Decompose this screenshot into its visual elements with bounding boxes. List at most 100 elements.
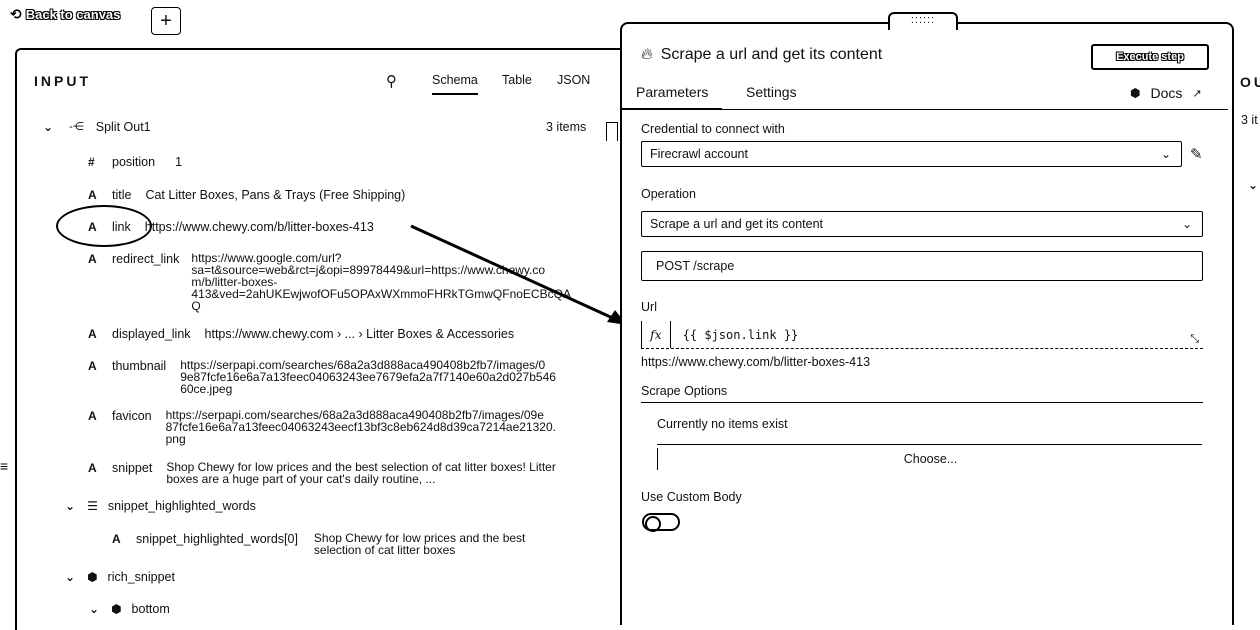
edit-icon[interactable]: ✎ bbox=[1190, 145, 1203, 163]
credential-select[interactable]: Firecrawl account ⌄ bbox=[641, 141, 1182, 167]
docs-link[interactable]: ⬢ Docs ↗ bbox=[1130, 85, 1202, 101]
split-icon: -⋲ bbox=[69, 121, 84, 133]
string-type-icon: A bbox=[88, 409, 97, 423]
cube-icon: ⬢ bbox=[87, 570, 98, 584]
string-type-icon: A bbox=[88, 188, 97, 202]
options-divider bbox=[657, 444, 1202, 445]
chevron-down-icon[interactable]: ⌄ bbox=[89, 602, 99, 616]
field-row-link[interactable]: A link https://www.chewy.com/b/litter-bo… bbox=[88, 220, 374, 234]
field-name: rich_snippet bbox=[107, 570, 175, 584]
field-name: displayed_link bbox=[112, 327, 191, 341]
scrape-options-label: Scrape Options bbox=[641, 384, 728, 398]
tab-parameters[interactable]: Parameters bbox=[622, 84, 723, 110]
field-row-snippet[interactable]: A snippet Shop Chewy for low prices and … bbox=[88, 461, 556, 485]
string-type-icon: A bbox=[88, 461, 97, 475]
string-type-icon: A bbox=[88, 252, 97, 266]
operation-label: Operation bbox=[641, 187, 696, 201]
node-name: Split Out1 bbox=[95, 120, 151, 134]
url-expression-field[interactable]: fx {{ $json.link }} ⤡ bbox=[641, 321, 1203, 349]
field-row-rich-snippet[interactable]: ⌄ ⬢ rich_snippet bbox=[65, 570, 175, 584]
url-label: Url bbox=[641, 300, 657, 314]
chevron-down-icon[interactable]: ⌄ bbox=[43, 120, 53, 134]
add-node-button[interactable]: + bbox=[151, 7, 181, 35]
field-name: favicon bbox=[112, 409, 152, 423]
annotation-arrow bbox=[410, 224, 627, 325]
field-name: title bbox=[112, 188, 132, 202]
output-count: 3 it bbox=[1241, 113, 1258, 127]
field-name: snippet_highlighted_words bbox=[107, 499, 256, 513]
operation-value: Scrape a url and get its content bbox=[650, 217, 824, 231]
chevron-down-icon[interactable]: ⌄ bbox=[65, 570, 75, 584]
custom-body-label: Use Custom Body bbox=[641, 490, 742, 504]
endpoint-notice: POST /scrape bbox=[641, 251, 1203, 281]
field-name: link bbox=[112, 220, 131, 234]
url-preview: https://www.chewy.com/b/litter-boxes-413 bbox=[641, 355, 871, 369]
credential-label: Credential to connect with bbox=[641, 122, 785, 136]
external-link-icon: ↗ bbox=[1192, 87, 1202, 100]
choose-label: Choose... bbox=[903, 452, 958, 466]
custom-body-toggle[interactable] bbox=[642, 513, 680, 532]
drag-handle[interactable]: :::::: bbox=[888, 12, 958, 30]
chevron-down-icon[interactable]: ⌄ bbox=[1248, 178, 1258, 192]
field-row-favicon[interactable]: A favicon https://serpapi.com/searches/6… bbox=[88, 409, 556, 445]
field-row-snippet-highlighted-words[interactable]: ⌄ ☰ snippet_highlighted_words bbox=[65, 499, 256, 513]
menu-icon[interactable]: ≡ bbox=[0, 458, 8, 474]
number-type-icon: # bbox=[88, 155, 95, 169]
item-count: 3 items bbox=[546, 120, 587, 134]
tab-json[interactable]: JSON bbox=[557, 73, 590, 87]
tab-schema[interactable]: Schema bbox=[432, 73, 478, 95]
field-value: 1 bbox=[175, 155, 183, 169]
field-value: Shop Chewy for low prices and the best s… bbox=[313, 531, 526, 557]
string-type-icon: A bbox=[88, 359, 97, 373]
field-name: snippet bbox=[112, 461, 153, 475]
field-name: redirect_link bbox=[112, 252, 180, 266]
cube-icon: ⬢ bbox=[111, 602, 122, 616]
operation-select[interactable]: Scrape a url and get its content ⌄ bbox=[641, 211, 1203, 237]
node-title-text: Scrape a url and get its content bbox=[660, 46, 883, 63]
scrollbar-thumb[interactable] bbox=[606, 122, 618, 141]
field-name: bottom bbox=[131, 602, 170, 616]
tree-root-row[interactable]: ⌄ -⋲ Split Out1 bbox=[43, 120, 151, 134]
field-value: https://www.chewy.com/b/litter-boxes-413 bbox=[144, 220, 374, 234]
flame-icon: 🔥︎ bbox=[641, 46, 653, 63]
field-name: snippet_highlighted_words[0] bbox=[136, 532, 298, 546]
field-name: thumbnail bbox=[112, 359, 167, 373]
field-value: Shop Chewy for low prices and the best s… bbox=[166, 460, 556, 486]
field-name: position bbox=[112, 155, 156, 169]
field-row-title[interactable]: A title Cat Litter Boxes, Pans & Trays (… bbox=[88, 188, 405, 202]
string-type-icon: A bbox=[112, 532, 121, 546]
credential-value: Firecrawl account bbox=[650, 147, 748, 161]
field-row-thumbnail[interactable]: A thumbnail https://serpapi.com/searches… bbox=[88, 359, 556, 395]
chevron-down-icon: ⌄ bbox=[1181, 217, 1192, 231]
node-title: 🔥︎ Scrape a url and get its content bbox=[641, 46, 882, 64]
expand-icon[interactable]: ⤡ bbox=[1190, 333, 1199, 346]
chevron-down-icon[interactable]: ⌄ bbox=[65, 499, 75, 513]
input-title: INPUT bbox=[34, 73, 91, 89]
string-type-icon: A bbox=[88, 220, 97, 234]
no-items-text: Currently no items exist bbox=[657, 417, 788, 431]
field-row-snippet-highlighted-words-0[interactable]: A snippet_highlighted_words[0] Shop Chew… bbox=[112, 532, 525, 556]
search-icon[interactable]: ⚲ bbox=[386, 72, 397, 90]
fx-icon: fx bbox=[642, 321, 671, 348]
choose-option-button[interactable]: Choose... bbox=[657, 448, 1203, 470]
back-to-canvas-label: Back to canvas bbox=[25, 7, 121, 22]
back-to-canvas-button[interactable]: ⟲ Back to canvas bbox=[10, 6, 120, 23]
list-icon: ☰ bbox=[87, 499, 98, 513]
tab-settings[interactable]: Settings bbox=[746, 84, 797, 100]
endpoint-text: POST /scrape bbox=[656, 259, 735, 273]
chevron-down-icon: ⌄ bbox=[1160, 147, 1171, 161]
execute-step-button[interactable]: Execute step bbox=[1091, 44, 1209, 70]
tab-table[interactable]: Table bbox=[502, 73, 532, 87]
scrape-options-divider bbox=[641, 402, 1203, 403]
field-value: https://serpapi.com/searches/68a2a3d888a… bbox=[180, 358, 556, 396]
field-value: https://serpapi.com/searches/68a2a3d888a… bbox=[165, 408, 556, 446]
field-row-position[interactable]: # position 1 bbox=[88, 155, 182, 169]
url-expression: {{ $json.link }} bbox=[682, 327, 799, 342]
tabs-divider bbox=[622, 109, 1228, 110]
cube-icon: ⬢ bbox=[1130, 86, 1141, 100]
field-row-bottom[interactable]: ⌄ ⬢ bottom bbox=[89, 602, 170, 616]
workflow-icon: ⟲ bbox=[10, 6, 22, 22]
field-value: Cat Litter Boxes, Pans & Trays (Free Shi… bbox=[145, 188, 406, 202]
string-type-icon: A bbox=[88, 327, 97, 341]
output-title: OU bbox=[1240, 74, 1260, 90]
